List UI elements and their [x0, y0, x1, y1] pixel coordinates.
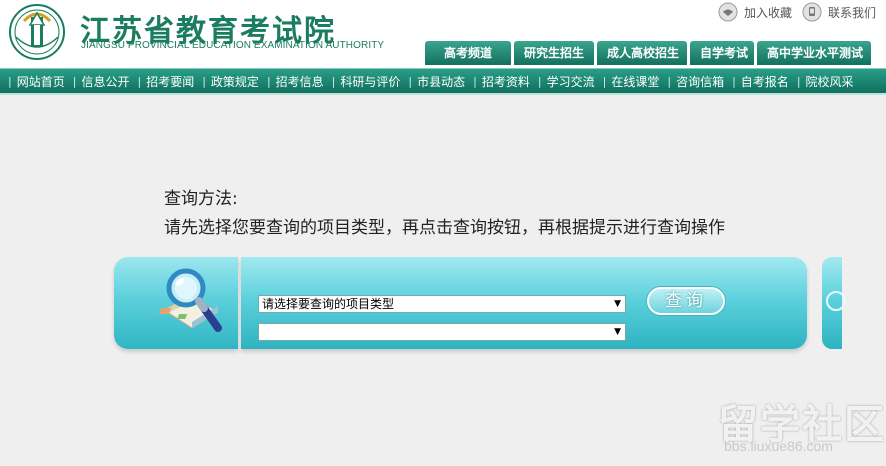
- nav-local-news[interactable]: 市县动态: [417, 73, 465, 90]
- watermark-url: bbs.liuxue86.com: [724, 438, 833, 454]
- project-type-select[interactable]: 请选择要查询的项目类型 ▼: [258, 295, 626, 313]
- channel-tabs: 高考频道 研究生招生 成人高校招生 自学考试 高中学业水平测试: [425, 41, 874, 65]
- nav-separator: |: [602, 74, 607, 88]
- logo-emblem-icon[interactable]: [6, 3, 68, 61]
- tab-high-school-test[interactable]: 高中学业水平测试: [757, 41, 871, 65]
- contact-us-label: 联系我们: [827, 5, 876, 20]
- watermark: 留学社区 bbs.liuxue86.com: [718, 392, 884, 458]
- nav-info-public[interactable]: 信息公开: [81, 73, 129, 90]
- nav-home[interactable]: 网站首页: [17, 73, 65, 90]
- nav-separator: |: [796, 74, 801, 88]
- nav-separator: |: [732, 74, 736, 88]
- dropdown-arrow-icon: ▼: [614, 327, 621, 337]
- nav-news[interactable]: 招考要闻: [146, 73, 194, 90]
- project-sub-select[interactable]: ▼: [258, 323, 626, 341]
- nav-separator: |: [8, 74, 12, 88]
- nav-research[interactable]: 科研与评价: [340, 73, 400, 90]
- magnifier-map-icon: [159, 268, 222, 332]
- nav-separator: |: [137, 74, 142, 88]
- site-header: 江苏省教育考试院 JIANGSU PROVINCIAL EDUCATION EX…: [0, 0, 886, 68]
- contact-icon: [802, 2, 822, 22]
- nav-separator: |: [473, 74, 477, 88]
- ring-icon: [826, 291, 846, 311]
- tab-gaokao[interactable]: 高考频道: [425, 41, 511, 65]
- main-nav: | 网站首页 | 信息公开 | 招考要闻 | 政策规定 | 招考信息 | 科研与评价 | 市县…: [0, 68, 886, 95]
- nav-policy[interactable]: 政策规定: [211, 73, 259, 90]
- contact-us-link[interactable]: 联系我们: [802, 2, 876, 22]
- tab-adult-college[interactable]: 成人高校招生: [597, 41, 687, 65]
- nav-separator: |: [202, 74, 206, 88]
- nav-separator: |: [667, 74, 672, 88]
- bookmark-icon: [718, 2, 738, 22]
- tab-graduate[interactable]: 研究生招生: [514, 41, 594, 65]
- tab-self-study[interactable]: 自学考试: [690, 41, 754, 65]
- nav-exchange[interactable]: 学习交流: [547, 73, 595, 90]
- nav-separator: |: [408, 74, 413, 88]
- nav-colleges[interactable]: 院校风采: [806, 73, 854, 90]
- nav-separator: |: [331, 74, 336, 88]
- nav-online-class[interactable]: 在线课堂: [611, 73, 659, 90]
- nav-separator: |: [266, 74, 271, 88]
- top-links: 加入收藏 联系我们: [708, 2, 876, 22]
- nav-separator: |: [537, 74, 542, 88]
- site-subtitle: JIANGSU PROVINCIAL EDUCATION EXAMINATION…: [81, 40, 385, 51]
- nav-materials[interactable]: 招考资料: [482, 73, 530, 90]
- dropdown-arrow-icon: ▼: [614, 299, 621, 309]
- nav-self-exam-signup[interactable]: 自考报名: [741, 73, 789, 90]
- instructions-title: 查询方法:: [164, 189, 238, 209]
- instructions-text: 请先选择您要查询的项目类型，再点击查询按钮，再根据提示进行查询操作: [164, 218, 725, 238]
- query-button[interactable]: 查询: [647, 287, 725, 315]
- nav-exam-info[interactable]: 招考信息: [276, 73, 324, 90]
- add-bookmark-label: 加入收藏: [743, 5, 792, 20]
- project-type-select-value: 请选择要查询的项目类型: [262, 297, 395, 311]
- nav-mailbox[interactable]: 咨询信箱: [676, 73, 724, 90]
- nav-separator: |: [72, 74, 77, 88]
- add-bookmark-link[interactable]: 加入收藏: [718, 2, 792, 22]
